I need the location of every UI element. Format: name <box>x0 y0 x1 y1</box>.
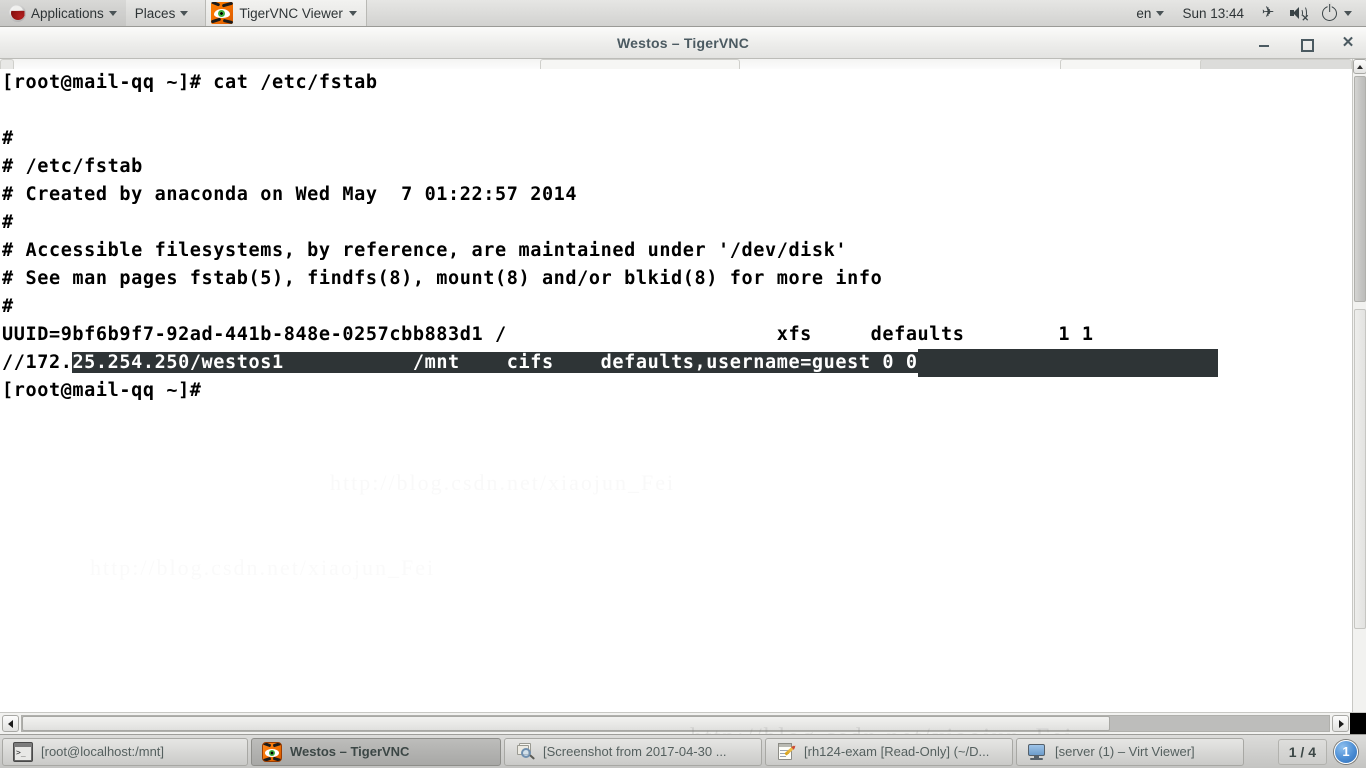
clock-label: Sun 13:44 <box>1182 5 1244 21</box>
workspace-badge[interactable]: 1 <box>1334 739 1358 764</box>
terminal-line: # <box>2 128 14 149</box>
chevron-down-icon <box>1156 10 1165 16</box>
taskbar-button[interactable]: [rh124-exam [Read-Only] (~/D... <box>765 737 1013 766</box>
terminal-selected-text: 25.254.250/westos1 /mnt cifs defaults,us… <box>72 352 918 373</box>
airplane-icon: ✈ <box>1261 4 1275 21</box>
terminal-line: # Accessible filesystems, by reference, … <box>2 240 848 261</box>
chevron-down-icon <box>348 10 357 16</box>
horizontal-scrollbar[interactable] <box>0 712 1366 734</box>
terminal-line-selected: //172.25.254.250/westos1 /mnt cifs defau… <box>0 349 1352 377</box>
terminal-output[interactable]: [root@mail-qq ~]# cat /etc/fstab # # /etc… <box>0 69 1352 724</box>
top-panel-left: Applications Places TigerVNC Viewer <box>0 0 367 26</box>
vertical-scrollbar-thumb-lower[interactable] <box>1354 309 1366 629</box>
minimize-button[interactable] <box>1256 35 1272 51</box>
terminal-prompt-line: [root@mail-qq ~]# <box>2 380 202 401</box>
terminal-selection-fill <box>917 349 1218 377</box>
terminal-line: # <box>2 212 14 233</box>
top-panel: Applications Places TigerVNC Viewer en S… <box>0 0 1366 27</box>
volume-indicator[interactable]: ✕ <box>1283 0 1315 26</box>
top-panel-right: en Sun 13:44 ✈ ✕ <box>1127 0 1366 26</box>
terminal-line: # <box>2 296 14 317</box>
scrollbar-corner <box>1350 713 1366 734</box>
volume-muted-icon: ✕ <box>1290 5 1309 23</box>
workspace-count-label[interactable]: 1 / 4 <box>1277 738 1327 765</box>
chevron-down-icon <box>108 10 117 16</box>
screenshot-icon <box>515 742 536 762</box>
workspace-switcher[interactable]: 1 / 4 1 <box>1277 738 1364 765</box>
terminal-line: UUID=9bf6b9f7-92ad-441b-848e-0257cbb883d… <box>2 324 1094 345</box>
keyboard-layout-label: en <box>1136 5 1152 21</box>
taskbar-button[interactable]: [root@localhost:/mnt] <box>2 737 248 766</box>
terminal-line: # Created by anaconda on Wed May 7 01:22… <box>2 184 578 205</box>
places-menu[interactable]: Places <box>126 0 198 26</box>
taskbar-button[interactable]: [Screenshot from 2017-04-30 ... <box>504 737 762 766</box>
panel-window-menu-tigervnc[interactable]: TigerVNC Viewer <box>205 0 367 26</box>
keyboard-layout-indicator[interactable]: en <box>1127 0 1173 26</box>
terminal-selection-prefix: //172. <box>2 352 73 373</box>
remote-desktop-viewport: [root@mail-qq ~]# cat /etc/fstab # # /etc… <box>0 59 1366 734</box>
terminal-line: [root@mail-qq ~]# cat /etc/fstab <box>2 72 378 93</box>
scroll-up-arrow-icon[interactable] <box>1353 59 1366 74</box>
horizontal-scrollbar-track[interactable] <box>21 715 1330 732</box>
taskbar-button-label: [root@localhost:/mnt] <box>41 744 165 759</box>
clock[interactable]: Sun 13:44 <box>1173 0 1253 26</box>
horizontal-scrollbar-thumb[interactable] <box>22 716 1110 731</box>
taskbar-button[interactable]: [server (1) – Virt Viewer] <box>1016 737 1244 766</box>
scroll-left-arrow-icon[interactable] <box>2 715 19 732</box>
text-editor-icon <box>776 742 797 762</box>
places-menu-label: Places <box>134 5 176 21</box>
desktop-screen: Applications Places TigerVNC Viewer en S… <box>0 0 1366 768</box>
panel-window-menu-label: TigerVNC Viewer <box>239 5 343 21</box>
airplane-mode-indicator[interactable]: ✈ <box>1253 0 1283 26</box>
terminal-line: # See man pages fstab(5), findfs(8), mou… <box>2 268 883 289</box>
taskbar-button[interactable]: Westos – TigerVNC <box>251 737 501 766</box>
taskbar: [root@localhost:/mnt] Westos – TigerVNC [S… <box>0 734 1366 768</box>
window-title-bar[interactable]: Westos – TigerVNC ✕ <box>0 27 1366 59</box>
vertical-scrollbar-thumb[interactable] <box>1354 76 1366 302</box>
taskbar-button-label: [rh124-exam [Read-Only] (~/D... <box>804 744 990 759</box>
chevron-down-icon <box>1344 10 1352 16</box>
maximize-button[interactable] <box>1298 35 1314 52</box>
remote-toolbar-sliver <box>0 59 1352 69</box>
fedora-logo-icon <box>9 4 26 22</box>
system-menu[interactable] <box>1315 0 1358 26</box>
tigervnc-window: Westos – TigerVNC ✕ [root@mail-qq ~]# ca… <box>0 27 1366 734</box>
window-title: Westos – TigerVNC <box>616 34 750 51</box>
vertical-scrollbar[interactable] <box>1352 59 1366 712</box>
chevron-down-icon <box>180 10 189 16</box>
window-controls: ✕ <box>1256 27 1356 58</box>
scroll-right-arrow-icon[interactable] <box>1332 715 1349 732</box>
close-button[interactable]: ✕ <box>1340 34 1356 51</box>
taskbar-button-label: Westos – TigerVNC <box>290 744 410 759</box>
monitor-icon <box>1027 742 1047 762</box>
power-icon <box>1322 5 1337 21</box>
applications-menu[interactable]: Applications <box>0 0 126 26</box>
terminal-icon <box>13 741 33 762</box>
applications-menu-label: Applications <box>31 5 104 21</box>
terminal-line: # /etc/fstab <box>2 156 143 177</box>
taskbar-button-label: [Screenshot from 2017-04-30 ... <box>543 744 727 759</box>
tiger-icon <box>262 741 282 762</box>
taskbar-button-label: [server (1) – Virt Viewer] <box>1055 744 1195 759</box>
tiger-icon <box>211 2 234 24</box>
